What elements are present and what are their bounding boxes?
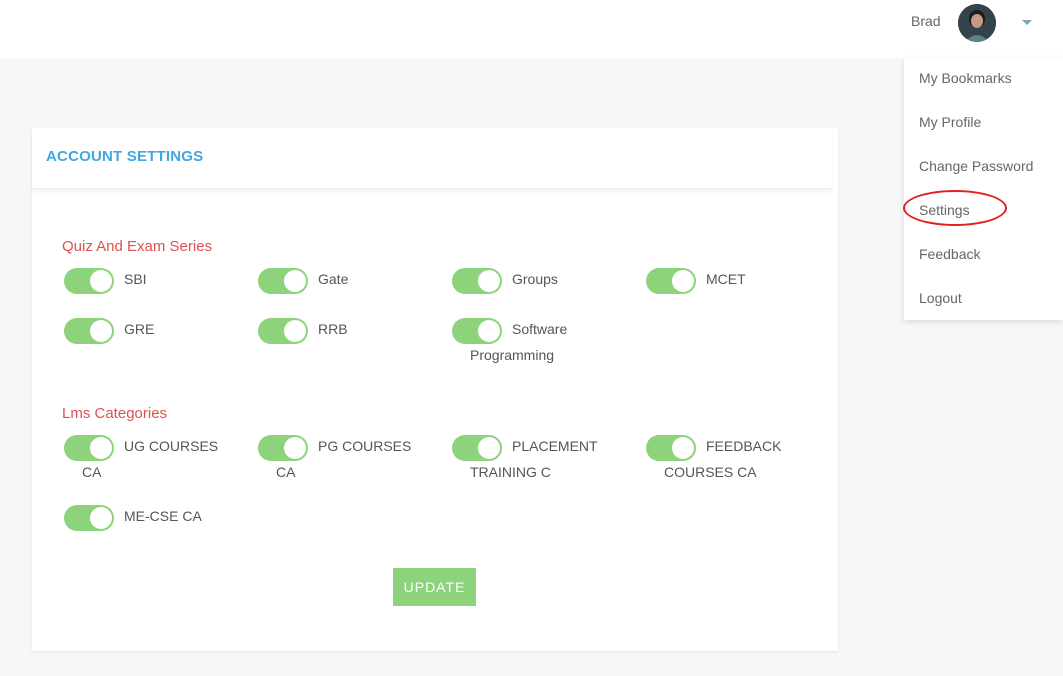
- option-label-line2: CA: [82, 464, 102, 480]
- option-label: MCET: [706, 271, 746, 287]
- menu-item-change-password[interactable]: Change Password: [919, 158, 1033, 174]
- user-name[interactable]: Brad: [911, 13, 941, 29]
- option-label: GRE: [124, 321, 155, 337]
- option-label: PLACEMENT: [512, 438, 598, 454]
- section-title-lms: Lms Categories: [62, 405, 168, 422]
- option-label: FEEDBACK: [706, 438, 782, 454]
- update-button[interactable]: UPDATE: [393, 568, 476, 606]
- section-title-quiz: Quiz And Exam Series: [62, 238, 213, 255]
- account-settings-card: ACCOUNT SETTINGS Quiz And Exam Series SB…: [32, 128, 838, 651]
- page-title: ACCOUNT SETTINGS: [46, 148, 204, 165]
- option-label: SBI: [124, 271, 147, 287]
- option-label-line2: CA: [276, 464, 296, 480]
- avatar-image-icon: [958, 4, 996, 42]
- card-header: ACCOUNT SETTINGS: [32, 128, 832, 189]
- option-label: PG COURSES: [318, 438, 412, 454]
- option-label: RRB: [318, 321, 348, 337]
- option-label: Software: [512, 321, 568, 337]
- option-label: UG COURSES: [124, 438, 219, 454]
- caret-down-icon[interactable]: [1022, 20, 1032, 25]
- menu-item-logout[interactable]: Logout: [919, 290, 962, 306]
- user-dropdown-menu: My Bookmarks My Profile Change Password …: [904, 58, 1063, 320]
- top-bar: Brad: [0, 0, 1063, 58]
- menu-item-my-profile[interactable]: My Profile: [919, 114, 981, 130]
- menu-item-my-bookmarks[interactable]: My Bookmarks: [919, 70, 1012, 86]
- option-label-line2: TRAINING C: [470, 464, 551, 480]
- settings-highlight-ring: [903, 190, 1007, 226]
- option-label-line2: Programming: [470, 347, 555, 363]
- user-avatar[interactable]: [958, 4, 996, 42]
- menu-item-feedback[interactable]: Feedback: [919, 246, 980, 262]
- option-label-line2: COURSES CA: [664, 464, 757, 480]
- option-label: ME-CSE CA: [124, 508, 202, 524]
- option-label: Gate: [318, 271, 349, 287]
- option-label: Groups: [512, 271, 558, 287]
